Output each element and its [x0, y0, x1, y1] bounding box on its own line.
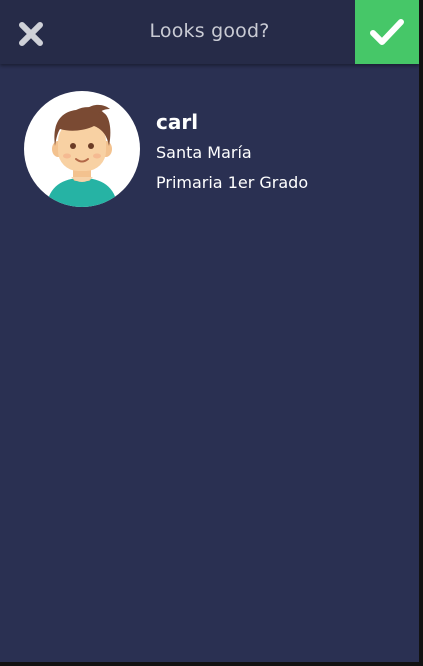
profile-info: carl Santa María Primaria 1er Grado	[156, 109, 308, 203]
student-name: carl	[156, 110, 199, 134]
confirm-profile-screen: Looks good? carl Santa María Primaria 1e…	[0, 0, 419, 662]
confirm-button[interactable]	[355, 0, 419, 64]
check-icon	[370, 19, 404, 45]
profile-card: carl Santa María Primaria 1er Grado	[24, 91, 419, 211]
grade-label: Primaria 1er Grado	[156, 173, 309, 192]
school-name: Santa María	[156, 143, 252, 162]
top-bar: Looks good?	[0, 0, 419, 64]
avatar	[24, 91, 140, 207]
boy-avatar-icon	[46, 104, 118, 207]
